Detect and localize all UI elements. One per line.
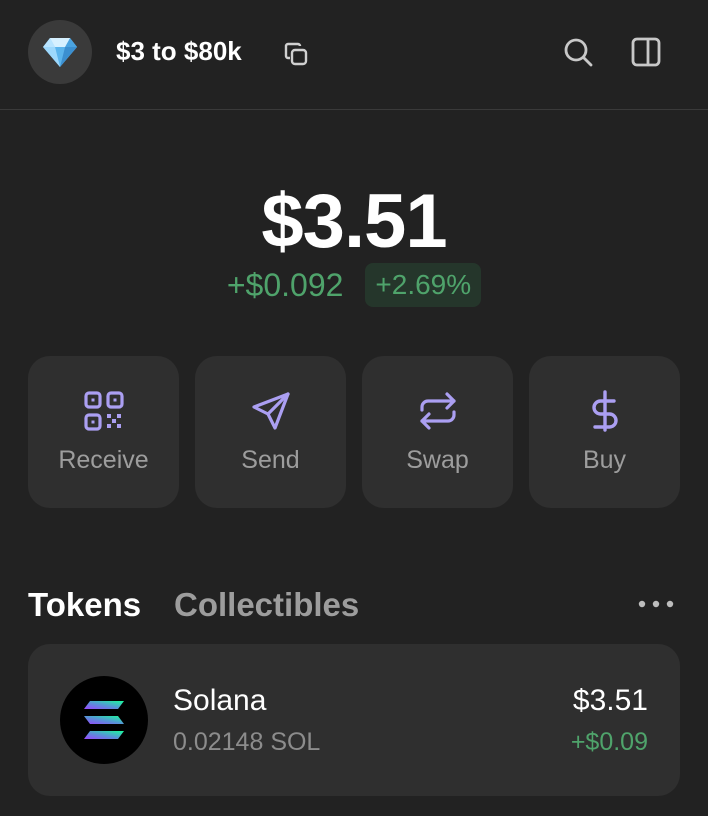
diamond-icon bbox=[43, 38, 77, 67]
token-amount: 0.02148 SOL bbox=[173, 728, 321, 756]
receive-button[interactable]: Receive bbox=[28, 356, 179, 508]
qr-code-icon bbox=[84, 391, 124, 431]
balance-change: +$0.092 +2.69% bbox=[0, 262, 708, 308]
balance-change-percent-badge: +2.69% bbox=[365, 263, 482, 307]
token-change: +$0.09 bbox=[570, 728, 648, 756]
receive-button-label: Receive bbox=[58, 446, 149, 474]
swap-icon bbox=[420, 392, 456, 430]
buy-button-label: Buy bbox=[582, 446, 627, 474]
search-icon[interactable] bbox=[562, 36, 594, 68]
buy-button[interactable]: Buy bbox=[529, 356, 680, 508]
send-button-label: Send bbox=[241, 446, 300, 474]
send-button[interactable]: Send bbox=[195, 356, 346, 508]
wallet-name[interactable]: $3 to $80k bbox=[116, 36, 242, 67]
total-balance: $3.51 bbox=[261, 179, 447, 264]
swap-button[interactable]: Swap bbox=[362, 356, 513, 508]
solana-icon bbox=[84, 701, 124, 739]
swap-button-label: Swap bbox=[406, 446, 469, 474]
token-name: Solana bbox=[173, 684, 267, 717]
token-row-solana[interactable]: Solana 0.02148 SOL $3.51 +$0.09 bbox=[28, 644, 680, 796]
send-icon bbox=[252, 392, 290, 430]
token-value: $3.51 bbox=[572, 684, 648, 717]
balance-change-absolute: +$0.092 bbox=[226, 266, 344, 303]
action-buttons: Receive Send Swap Buy bbox=[28, 356, 680, 508]
wallet-avatar[interactable] bbox=[28, 20, 92, 84]
tab-collectibles[interactable]: Collectibles bbox=[174, 586, 359, 624]
tab-tokens[interactable]: Tokens bbox=[28, 586, 141, 624]
sidebar-toggle-icon[interactable] bbox=[630, 36, 662, 68]
dollar-icon bbox=[592, 390, 618, 432]
header: $3 to $80k bbox=[0, 0, 708, 110]
copy-icon[interactable] bbox=[282, 40, 310, 68]
more-options-icon[interactable] bbox=[636, 596, 676, 612]
solana-logo bbox=[60, 676, 148, 764]
